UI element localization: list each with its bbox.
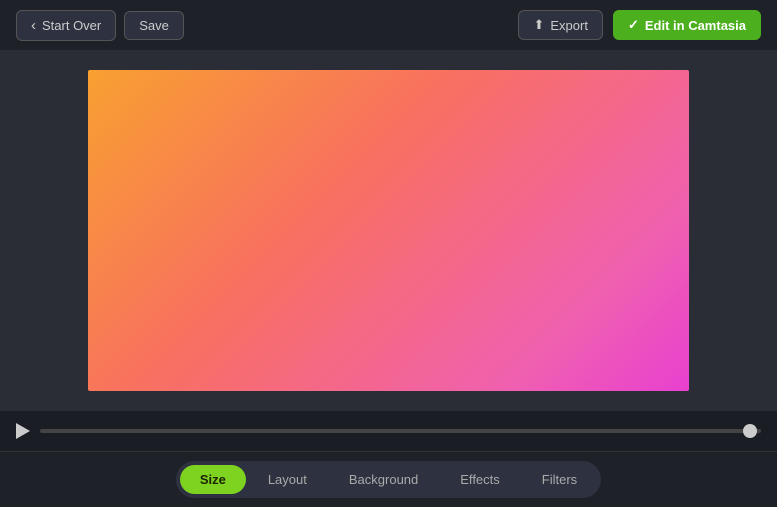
tab-layout[interactable]: Layout bbox=[248, 465, 327, 494]
chevron-left-icon: ‹ bbox=[31, 17, 36, 34]
edit-camtasia-label: Edit in Camtasia bbox=[645, 18, 746, 33]
bottom-tabs: Size Layout Background Effects Filters bbox=[0, 451, 777, 507]
tab-size[interactable]: Size bbox=[180, 465, 246, 494]
save-label: Save bbox=[139, 18, 169, 33]
toolbar-left: ‹ Start Over Save bbox=[16, 10, 184, 41]
preview-canvas bbox=[88, 70, 689, 391]
scrubber-track[interactable] bbox=[40, 429, 761, 433]
start-over-label: Start Over bbox=[42, 18, 101, 33]
toolbar: ‹ Start Over Save ⬆ Export ✓ Edit in Cam… bbox=[0, 0, 777, 50]
play-icon bbox=[16, 423, 30, 439]
canvas-area bbox=[0, 50, 777, 411]
timeline-bar bbox=[0, 411, 777, 451]
tab-filters[interactable]: Filters bbox=[522, 465, 597, 494]
scrubber-thumb[interactable] bbox=[743, 424, 757, 438]
check-icon: ✓ bbox=[628, 17, 639, 33]
export-button[interactable]: ⬆ Export bbox=[518, 10, 602, 40]
start-over-button[interactable]: ‹ Start Over bbox=[16, 10, 116, 41]
play-button[interactable] bbox=[16, 423, 30, 439]
save-button[interactable]: Save bbox=[124, 11, 184, 40]
export-label: Export bbox=[550, 18, 588, 33]
tab-background[interactable]: Background bbox=[329, 465, 438, 494]
edit-in-camtasia-button[interactable]: ✓ Edit in Camtasia bbox=[613, 10, 761, 40]
tabs-container: Size Layout Background Effects Filters bbox=[176, 461, 601, 498]
tab-effects[interactable]: Effects bbox=[440, 465, 520, 494]
upload-icon: ⬆ bbox=[533, 17, 544, 33]
toolbar-right: ⬆ Export ✓ Edit in Camtasia bbox=[518, 10, 761, 40]
